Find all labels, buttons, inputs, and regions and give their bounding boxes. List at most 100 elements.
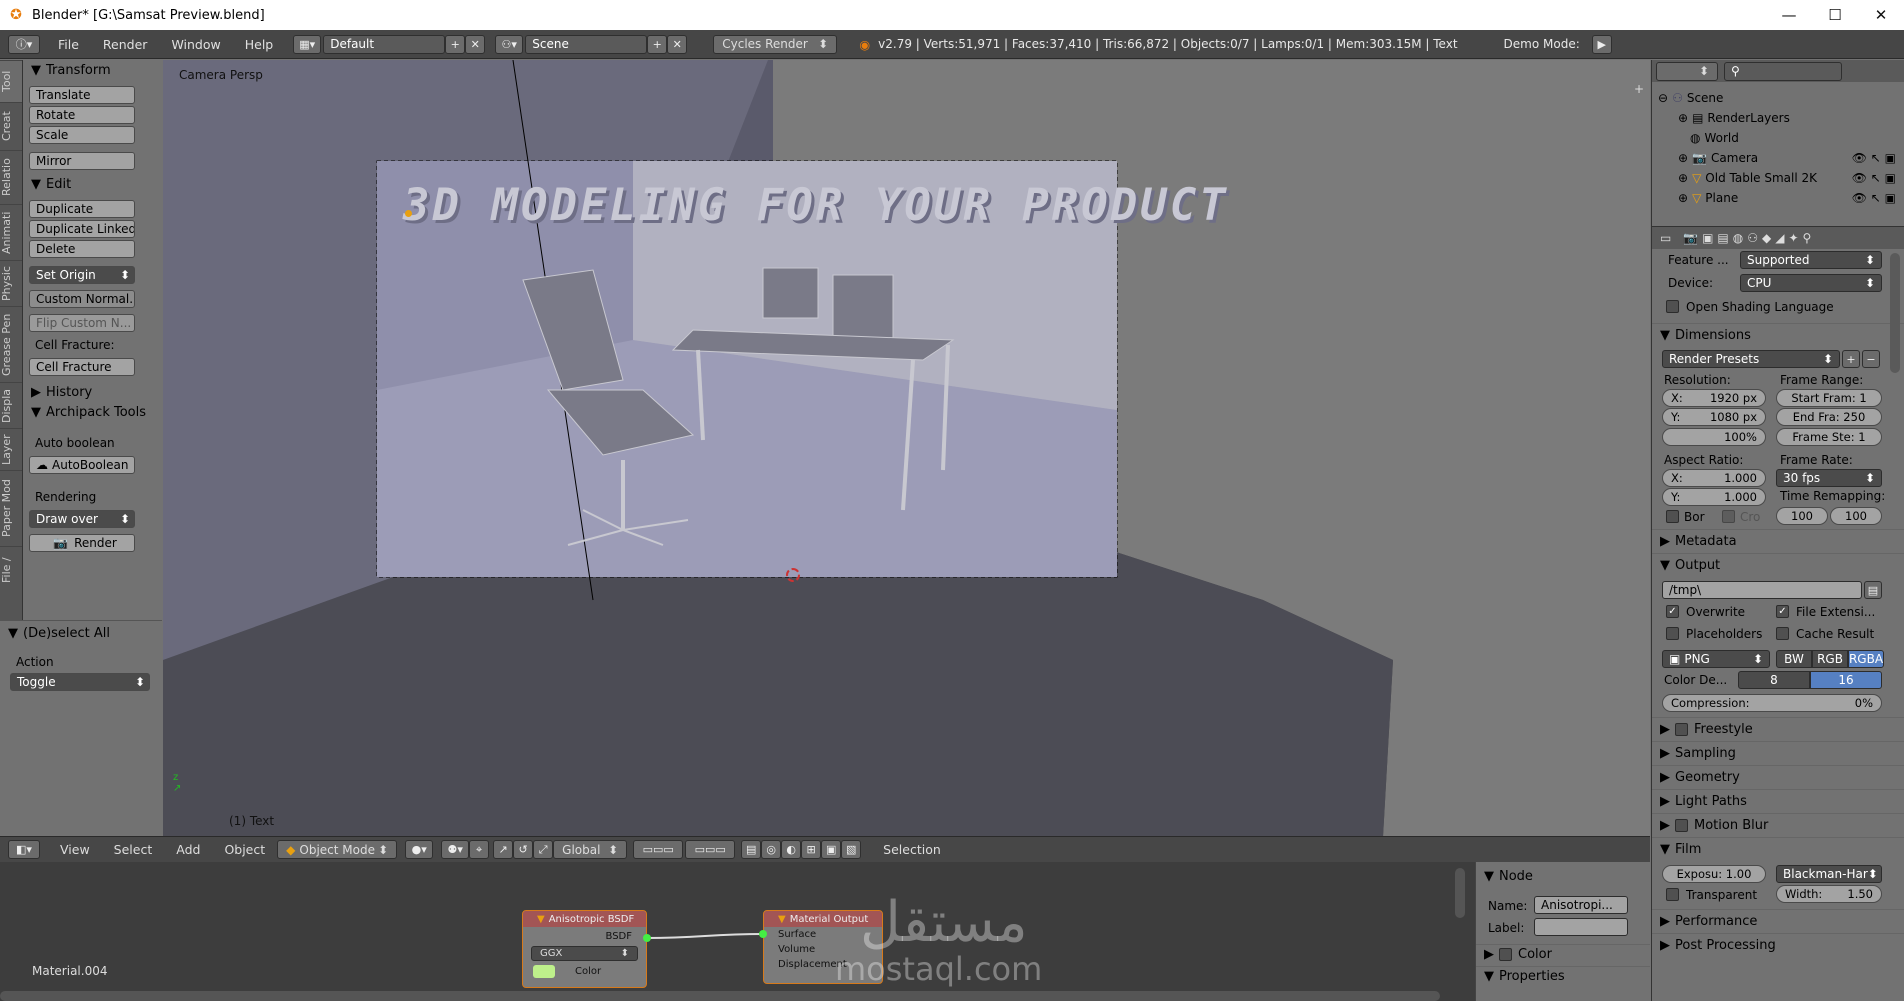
manipulator-icon[interactable]: ⌖: [469, 840, 490, 859]
editor-type-icon[interactable]: ◧▾: [8, 840, 40, 859]
resolution-percent-field[interactable]: 100%: [1662, 428, 1766, 446]
delete-button[interactable]: Delete: [29, 240, 135, 258]
scale-button[interactable]: Scale: [29, 126, 135, 144]
opengl-render-icon[interactable]: ▣: [821, 840, 842, 859]
scale-manipulator-icon[interactable]: ⤢: [533, 840, 554, 859]
add-scene-icon[interactable]: +: [647, 34, 668, 54]
rotate-button[interactable]: Rotate: [29, 106, 135, 124]
node-properties-section[interactable]: ▼ Properties: [1476, 966, 1650, 986]
time-new-field[interactable]: 100: [1830, 507, 1882, 525]
snap-icon[interactable]: ◐: [781, 840, 802, 859]
depth-16-button[interactable]: 16: [1810, 671, 1882, 689]
remove-scene-icon[interactable]: ✕: [667, 34, 688, 54]
filter-width-field[interactable]: Width: 1.50: [1776, 885, 1882, 903]
outliner-item-old-table[interactable]: ⊕ ▽ Old Table Small 2K 👁 ↖ ▣: [1652, 168, 1904, 188]
menu-object[interactable]: Object: [212, 842, 277, 857]
outliner-item-plane[interactable]: ⊕ ▽ Plane 👁 ↖ ▣: [1652, 188, 1904, 208]
light-paths-section[interactable]: ▶ Light Paths: [1652, 789, 1904, 813]
node-editor-hscrollbar[interactable]: [0, 991, 1440, 1001]
osl-checkbox[interactable]: [1666, 300, 1679, 313]
tab-display[interactable]: Displa: [0, 382, 22, 428]
menu-add[interactable]: Add: [164, 842, 212, 857]
draw-over-dropdown[interactable]: Draw over ⬍: [29, 510, 135, 528]
folder-icon[interactable]: ▤: [1864, 581, 1882, 599]
menu-help[interactable]: Help: [233, 37, 286, 52]
mirror-button[interactable]: Mirror: [29, 152, 135, 170]
duplicate-linked-button[interactable]: Duplicate Linked: [29, 220, 135, 238]
anisotropic-bsdf-node[interactable]: ▼ Anisotropic BSDF BSDF GGX ⬍ Color: [522, 910, 647, 988]
demo-play-icon[interactable]: ▶: [1591, 34, 1612, 54]
node-editor-scrollbar[interactable]: [1455, 868, 1465, 918]
rgba-button[interactable]: RGBA: [1848, 650, 1884, 668]
3d-cursor-icon[interactable]: [786, 568, 800, 582]
cache-result-checkbox[interactable]: [1776, 627, 1789, 640]
add-preset-icon[interactable]: +: [1842, 350, 1860, 368]
properties-context-icons[interactable]: ▭ 📷▣▤◍⚇◆◢✦⚲: [1652, 227, 1904, 249]
dimensions-section[interactable]: ▼ Dimensions: [1652, 323, 1904, 347]
pivot-icon[interactable]: ⚉▾: [441, 840, 470, 859]
color-swatch[interactable]: [533, 965, 555, 978]
screen-layout-field[interactable]: Default: [323, 34, 446, 54]
filter-type-dropdown[interactable]: Blackman-Har ⬍: [1776, 865, 1882, 883]
tab-tool[interactable]: Tool: [0, 60, 22, 102]
translate-button[interactable]: Translate: [29, 86, 135, 104]
file-extensions-checkbox[interactable]: ✓: [1776, 605, 1789, 618]
flip-custom-normal-button[interactable]: Flip Custom N...: [29, 314, 135, 332]
properties-scrollbar[interactable]: [1890, 253, 1900, 373]
exposure-field[interactable]: Exposu: 1.00: [1662, 865, 1766, 883]
add-screen-icon[interactable]: +: [445, 34, 466, 54]
aspect-y-field[interactable]: Y: 1.000: [1662, 488, 1766, 506]
archipack-panel-header[interactable]: ▼ Archipack Tools: [23, 402, 163, 422]
geometry-section[interactable]: ▶ Geometry: [1652, 765, 1904, 789]
menu-window[interactable]: Window: [159, 37, 232, 52]
rotate-manipulator-icon[interactable]: ↺: [513, 840, 534, 859]
transparent-checkbox[interactable]: [1666, 888, 1679, 901]
visibility-eye-icon[interactable]: 👁 ↖ ▣: [1852, 191, 1896, 205]
node-editor[interactable]: ▼ Anisotropic BSDF BSDF GGX ⬍ Color ▼ Mater…: [0, 862, 1475, 1001]
plus-icon[interactable]: +: [1634, 82, 1644, 96]
render-presets-dropdown[interactable]: Render Presets ⬍: [1662, 350, 1840, 368]
sampling-section[interactable]: ▶ Sampling: [1652, 741, 1904, 765]
depth-8-button[interactable]: 8: [1738, 671, 1810, 689]
menu-render[interactable]: Render: [91, 37, 160, 52]
render-engine-dropdown[interactable]: Cycles Render ⬍: [713, 34, 838, 54]
cell-fracture-button[interactable]: Cell Fracture: [29, 358, 135, 376]
render-layer-icon[interactable]: ▤: [741, 840, 762, 859]
tab-animation[interactable]: Animati: [0, 204, 22, 260]
translate-manipulator-icon[interactable]: ↗: [493, 840, 514, 859]
transform-panel-header[interactable]: ▼ Transform: [23, 60, 163, 80]
autoboolean-button[interactable]: ☁ AutoBoolean: [29, 456, 135, 474]
node-label-field[interactable]: [1534, 918, 1628, 936]
tab-paper-model[interactable]: Paper Mod: [0, 470, 22, 546]
tab-grease-pencil[interactable]: Grease Pen: [0, 306, 22, 382]
motion-blur-checkbox[interactable]: [1675, 819, 1688, 832]
output-section[interactable]: ▼ Output: [1652, 553, 1904, 577]
freestyle-checkbox[interactable]: [1675, 723, 1688, 736]
border-checkbox[interactable]: [1666, 510, 1679, 523]
crop-checkbox[interactable]: [1722, 510, 1735, 523]
minimize-button[interactable]: —: [1766, 0, 1812, 30]
feature-set-dropdown[interactable]: Supported ⬍: [1740, 251, 1882, 269]
outliner-display-dropdown[interactable]: ⬍: [1656, 61, 1718, 81]
outliner-search-input[interactable]: ⚲: [1724, 61, 1842, 81]
close-button[interactable]: ✕: [1858, 0, 1904, 30]
metadata-section[interactable]: ▶ Metadata: [1652, 529, 1904, 553]
end-frame-field[interactable]: End Fra: 250: [1776, 408, 1882, 426]
action-dropdown[interactable]: Toggle ⬍: [10, 673, 150, 691]
snap-element-icon[interactable]: ⊞: [801, 840, 822, 859]
menu-file[interactable]: File: [46, 37, 91, 52]
maximize-button[interactable]: ☐: [1812, 0, 1858, 30]
performance-section[interactable]: ▶ Performance: [1652, 909, 1904, 933]
menu-select[interactable]: Select: [102, 842, 165, 857]
overwrite-checkbox[interactable]: ✓: [1666, 605, 1679, 618]
resolution-y-field[interactable]: Y: 1080 px: [1662, 408, 1766, 426]
mode-dropdown[interactable]: ◆ Object Mode ⬍: [277, 840, 398, 859]
visibility-eye-icon[interactable]: 👁 ↖ ▣: [1852, 171, 1896, 185]
tab-physics[interactable]: Physic: [0, 260, 22, 306]
layers-icon[interactable]: ▭▭▭: [633, 840, 684, 859]
resolution-x-field[interactable]: X: 1920 px: [1662, 389, 1766, 407]
bw-button[interactable]: BW: [1776, 650, 1812, 668]
outliner-item-scene[interactable]: ⊖ ⚇ Scene: [1652, 88, 1904, 108]
node-name-field[interactable]: Anisotropi...: [1534, 896, 1628, 914]
deselect-all-header[interactable]: ▼ (De)select All: [0, 623, 162, 643]
